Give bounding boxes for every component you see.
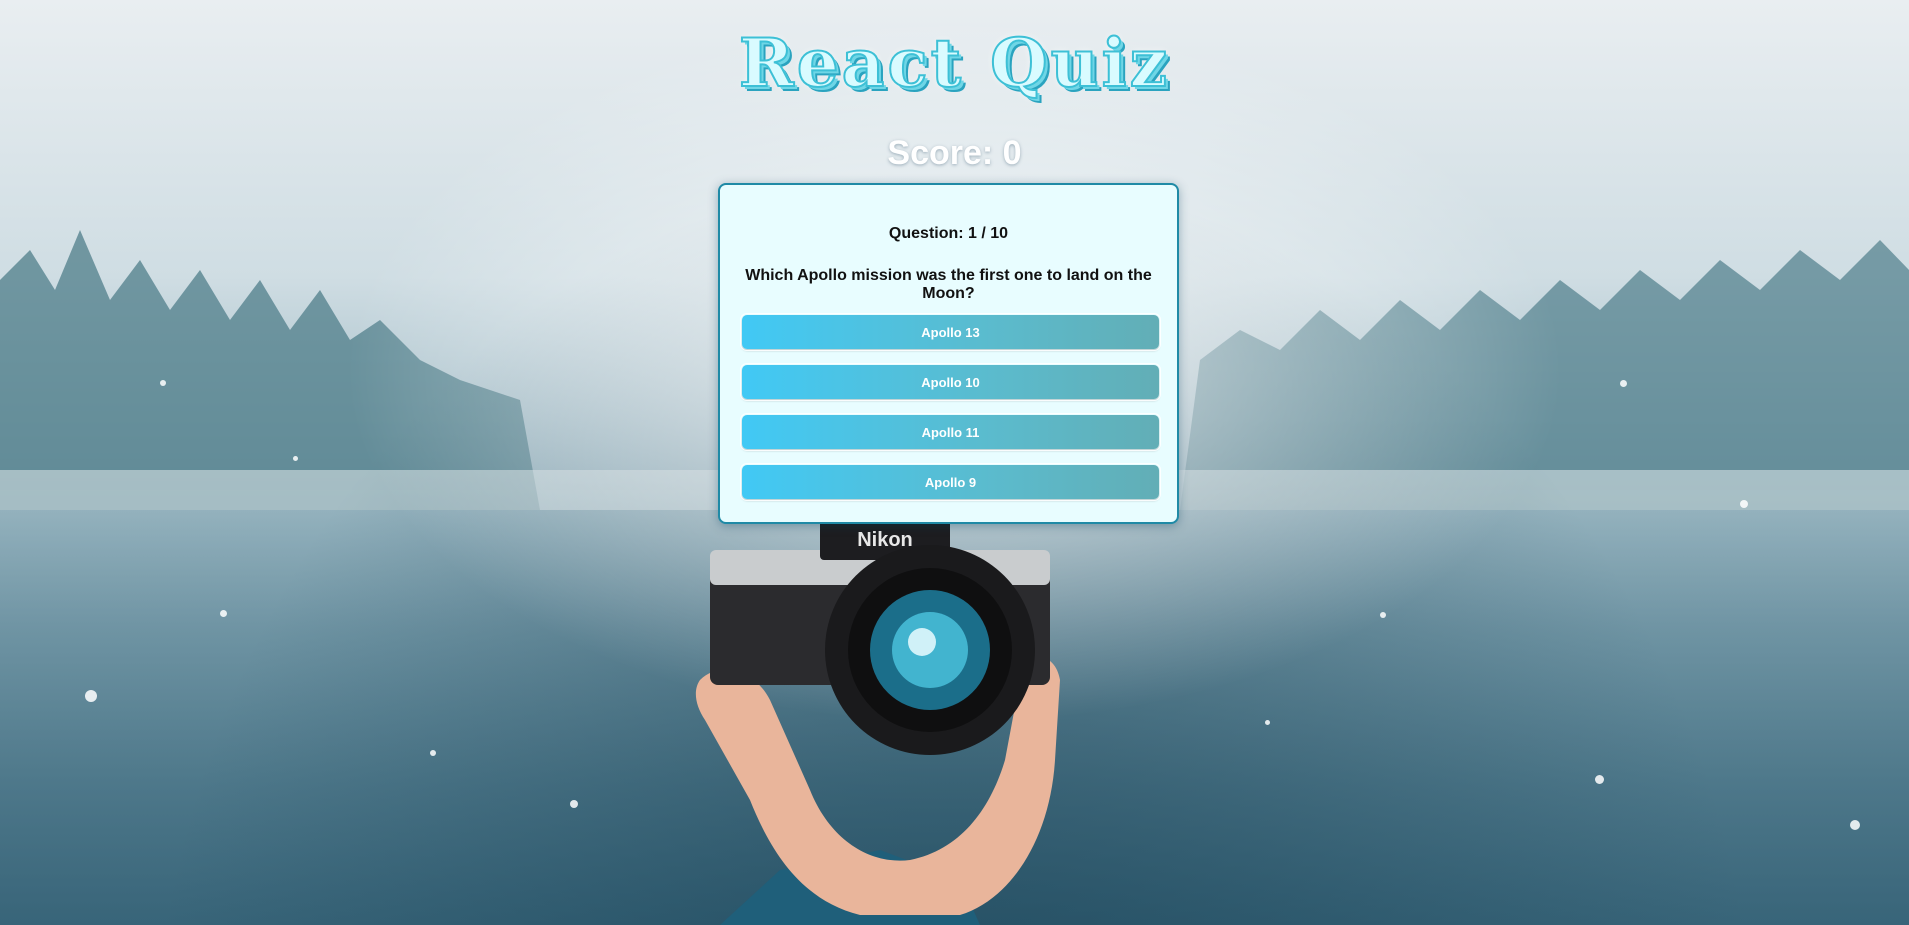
question-counter: Question: 1 / 10 — [888, 225, 1009, 242]
answer-button-apollo-10[interactable]: Apollo 10 — [740, 363, 1161, 401]
camera-brand-text: Nikon — [857, 529, 913, 551]
score-display: Score: 0 — [887, 134, 1022, 172]
question-text: Which Apollo mission was the first one t… — [745, 267, 1152, 302]
answer-list: Apollo 13 Apollo 10 Apollo 11 Apollo 9 — [740, 313, 1161, 515]
answer-button-apollo-9[interactable]: Apollo 9 — [740, 463, 1161, 501]
app-title: React Quiz — [738, 23, 1171, 103]
answer-button-apollo-11[interactable]: Apollo 11 — [740, 413, 1161, 451]
answer-button-apollo-13[interactable]: Apollo 13 — [740, 313, 1161, 351]
quiz-card: Question: 1 / 10 Which Apollo mission wa… — [718, 183, 1179, 524]
camera-in-hand: Nikon — [695, 520, 1060, 925]
